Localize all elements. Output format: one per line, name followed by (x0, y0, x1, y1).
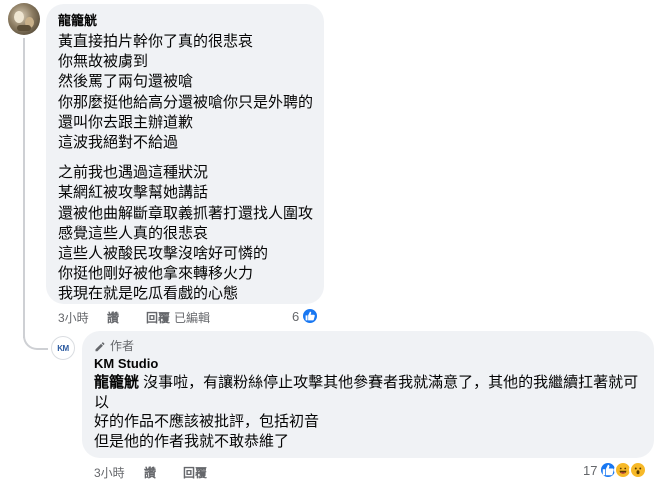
reaction-summary[interactable]: 17 (583, 461, 648, 479)
avatar[interactable]: KM (51, 336, 75, 360)
comment-body: 龍籠觥 沒事啦，有讓粉絲停止攻擊其他參賽者我就滿意了，其他的我繼續扛著就可 以 … (94, 373, 642, 451)
reaction-summary[interactable]: 6 (292, 307, 320, 325)
comment-line: 你無故被虜到 (58, 53, 149, 71)
reaction-count: 17 (583, 462, 598, 478)
timestamp[interactable]: 3小時 (58, 309, 107, 326)
comment-line: 還叫你去跟主辦道歉 (58, 113, 194, 131)
timestamp[interactable]: 3小時 (94, 464, 144, 481)
comment-bubble: 龍籠觥 黃直接拍片幹你了真的很悲哀 你無故被虜到 然後罵了兩句還被嗆 你那麼挺他… (46, 4, 324, 304)
comment-line: 還被他曲解斷章取義抓著打還找人圍攻 (58, 204, 314, 222)
comment-line: 你挺他剛好被他拿來轉移火力 (58, 265, 254, 283)
comment-line: 以 (94, 393, 110, 411)
comment-line: 你那麼挺他給高分還被嗆你只是外聘的 (58, 93, 314, 111)
like-icon (301, 307, 320, 325)
comment-line: 好的作品不應該被批評，包括初音 (94, 413, 320, 430)
like-button[interactable]: 讚 (144, 464, 183, 481)
comment-line: 這些人被酸民攻擊沒啥好可憐的 (58, 245, 269, 263)
comment-actions: 3小時 讚 回覆 已編輯 (58, 309, 210, 326)
comment-line: 黃直接拍片幹你了真的很悲哀 (58, 33, 254, 50)
author-badge-label: 作者 (110, 339, 135, 353)
pencil-icon (95, 342, 105, 352)
comment-line: 但是他的作者我就不敢恭維了 (94, 432, 290, 450)
author-badge: 作者 (94, 339, 642, 353)
wow-icon (629, 461, 648, 479)
thread-connector (23, 320, 48, 350)
comment-line: 感覺這些人真的很悲哀 (58, 224, 209, 242)
thread-line (23, 38, 25, 338)
comment-line: 之前我也遇過這種狀況 (58, 164, 209, 182)
comment-line: 沒事啦，有讓粉絲停止攻擊其他參賽者我就滿意了，其他的我繼續扛著就可 (139, 374, 639, 391)
comment-actions: 3小時 讚 回覆 (94, 464, 207, 481)
reply-bubble: 作者 KM Studio 龍籠觥 沒事啦，有讓粉絲停止攻擊其他參賽者我就滿意了，… (82, 331, 654, 458)
comment-line: 我現在就是吃瓜看戲的心態 (58, 285, 239, 303)
mention-link[interactable]: 龍籠觥 (94, 374, 139, 391)
reaction-count: 6 (292, 308, 300, 324)
comment-body: 黃直接拍片幹你了真的很悲哀 你無故被虜到 然後罵了兩句還被嗆 你那麼挺他給高分還… (58, 32, 314, 305)
like-button[interactable]: 讚 (107, 309, 146, 326)
reply-button[interactable]: 回覆 (146, 309, 174, 326)
comment-line: 然後罵了兩句還被嗆 (58, 73, 194, 91)
comment-line: 這波我絕對不給過 (58, 134, 179, 152)
comment-author[interactable]: 龍籠觥 (58, 13, 312, 29)
avatar[interactable] (8, 3, 40, 35)
comment-author[interactable]: KM Studio (94, 355, 642, 372)
comment-line: 某網紅被攻擊幫她講話 (58, 184, 209, 202)
avatar-logo: KM (57, 343, 69, 353)
reply-button[interactable]: 回覆 (183, 464, 207, 481)
edited-label[interactable]: 已編輯 (174, 309, 210, 326)
